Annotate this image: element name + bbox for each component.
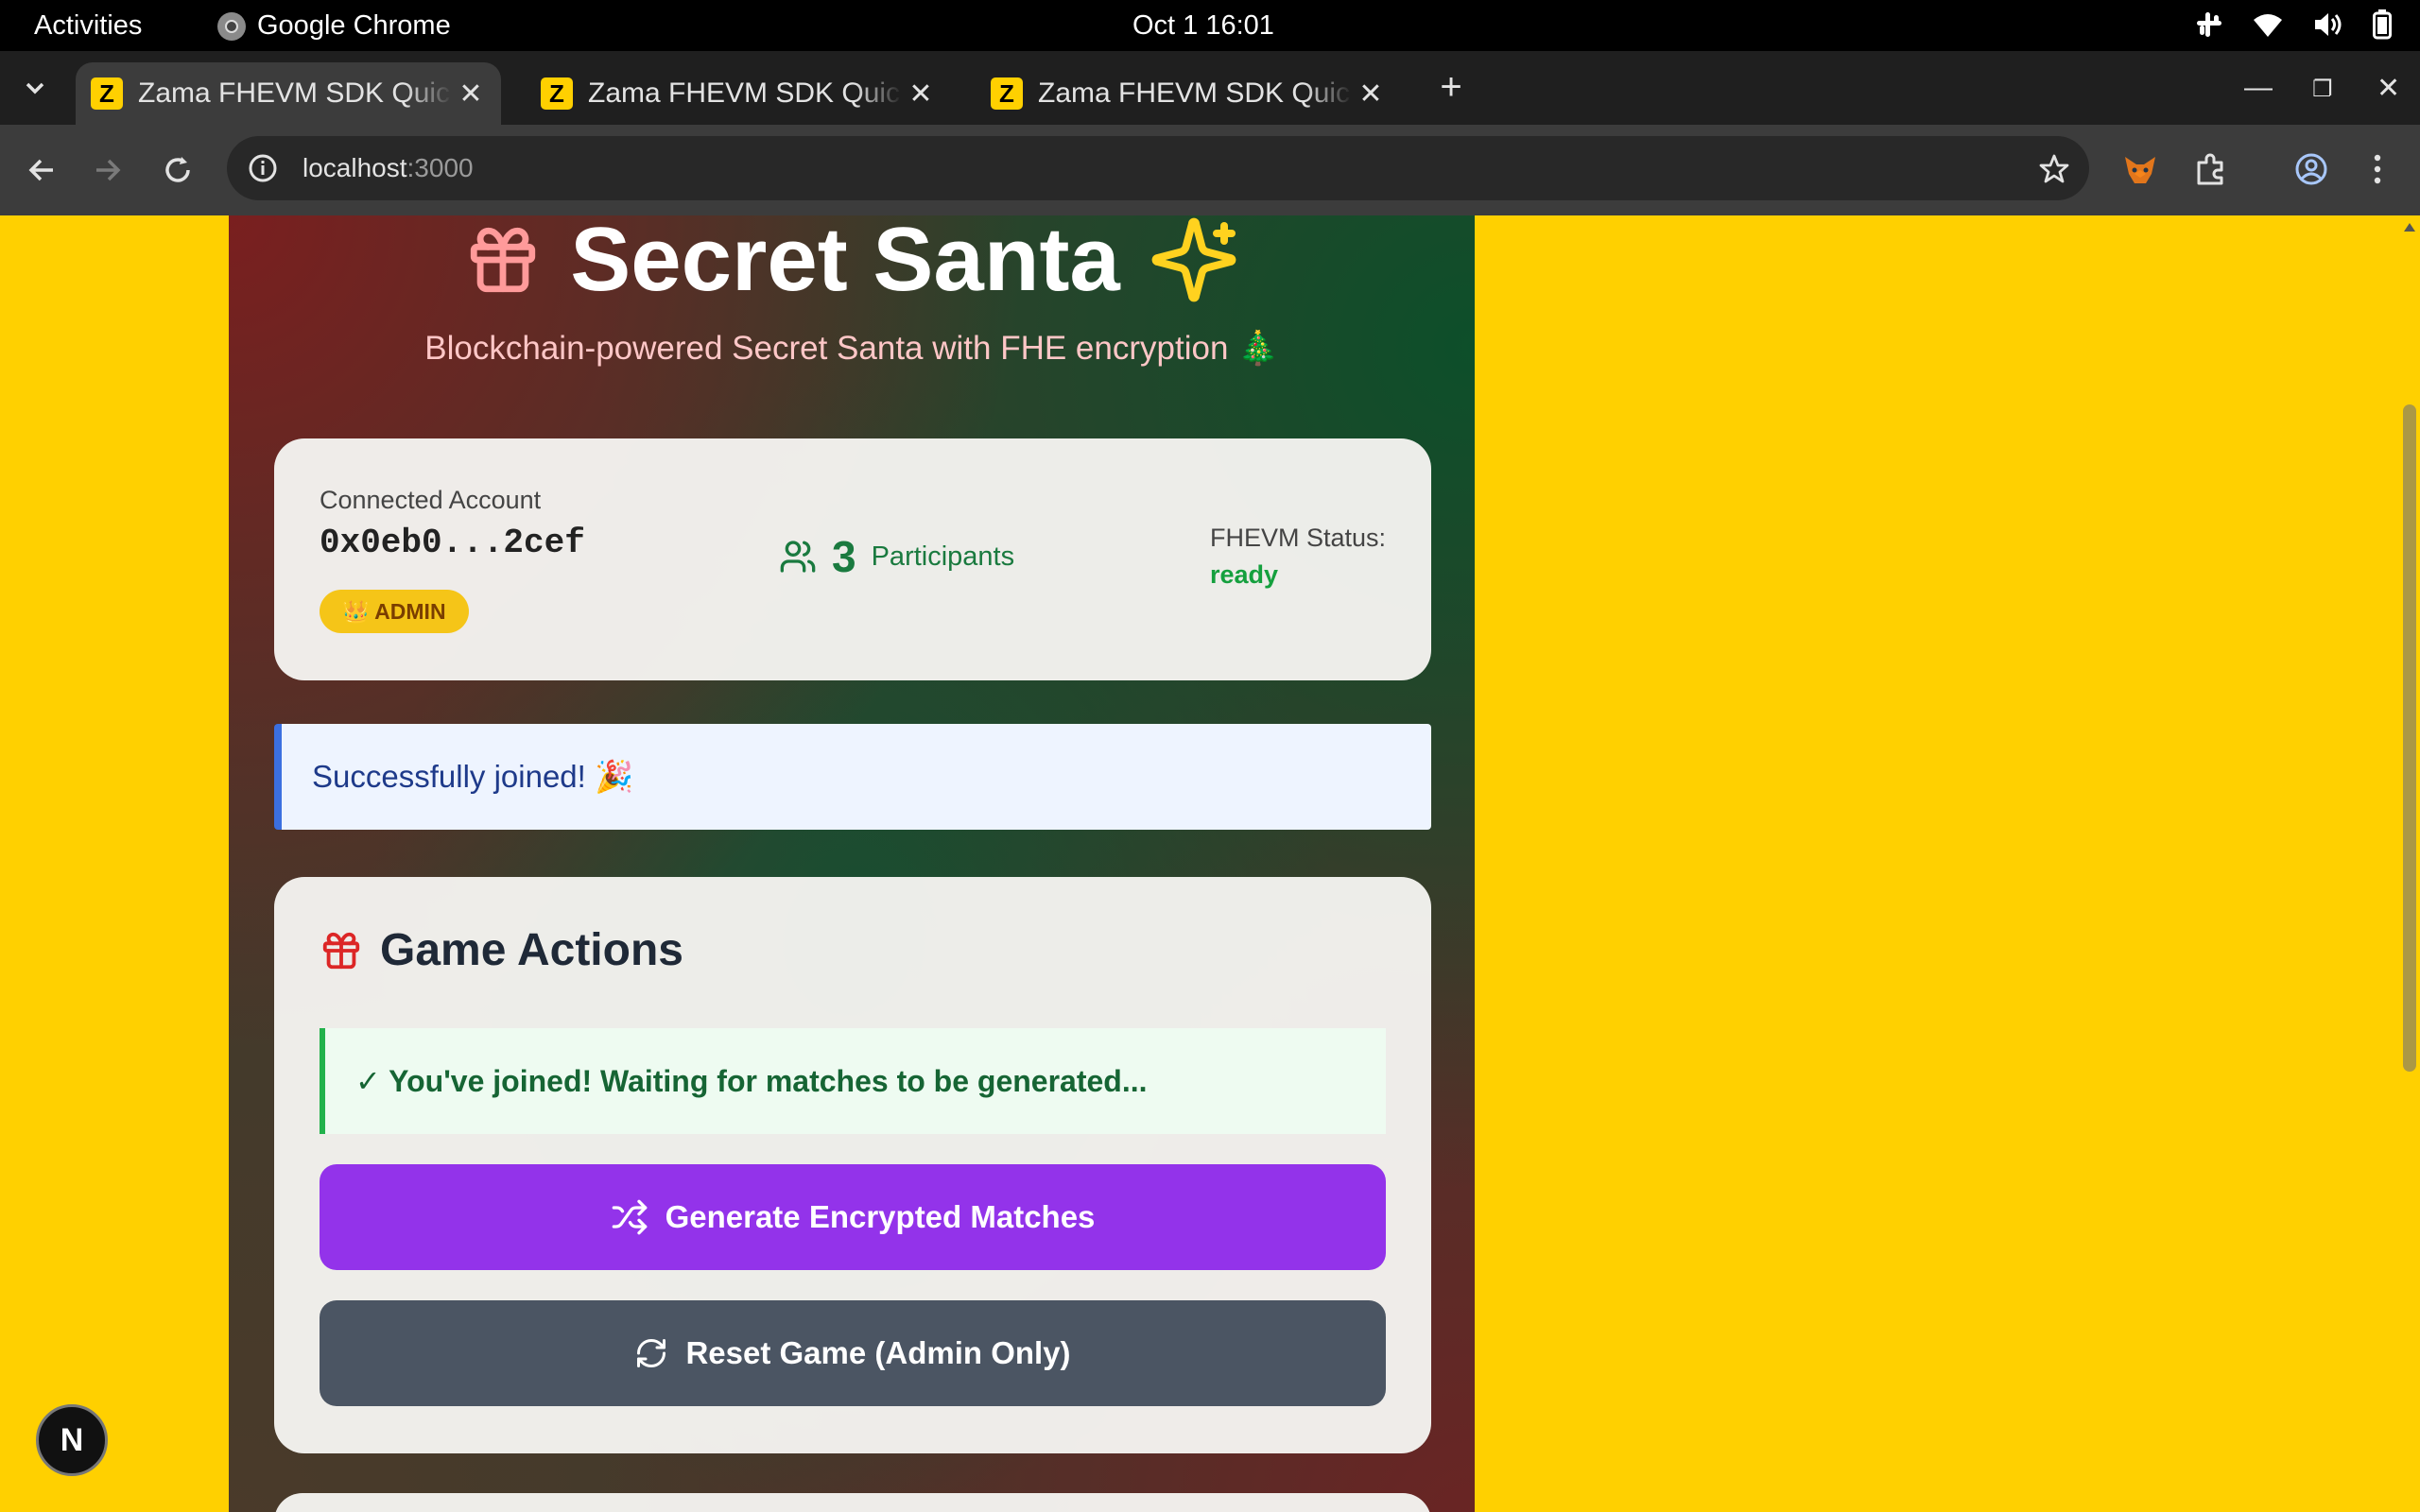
tab-2[interactable]: Z Zama FHEVM SDK Quickstart ✕ xyxy=(526,62,951,125)
joined-status-message: ✓ You've joined! Waiting for matches to … xyxy=(320,1028,1386,1134)
wallet-address: 0x0eb0...2cef xyxy=(320,524,585,562)
slack-icon[interactable] xyxy=(2195,10,2223,39)
reset-game-button[interactable]: Reset Game (Admin Only) xyxy=(320,1300,1386,1406)
address-bar[interactable]: localhost:3000 xyxy=(227,136,2089,200)
participants-counter: 3 Participants xyxy=(779,531,1014,582)
participants-label: Participants xyxy=(871,541,1015,572)
app-name: Google Chrome xyxy=(257,10,451,41)
fhevm-status-label: FHEVM Status: xyxy=(1209,524,1386,552)
page-scrollbar[interactable] xyxy=(2401,215,2420,1512)
account-card: Connected Account 0x0eb0...2cef 👑 ADMIN … xyxy=(274,438,1431,680)
fhevm-status: FHEVM Status: ready xyxy=(1210,524,1386,590)
minimize-icon[interactable]: — xyxy=(2244,72,2273,104)
site-info-icon[interactable] xyxy=(246,151,280,185)
volume-icon[interactable] xyxy=(2312,10,2344,39)
restore-icon[interactable]: ❐ xyxy=(2312,76,2333,103)
users-icon xyxy=(780,541,816,573)
page-viewport: Secret Santa Blockchain-powered Secret S… xyxy=(0,215,2420,1512)
tab-3[interactable]: Z Zama FHEVM SDK Quickstart ✕ xyxy=(976,62,1401,125)
zama-favicon-icon: Z xyxy=(541,77,573,110)
scroll-up-arrow-icon[interactable] xyxy=(2404,223,2415,232)
new-tab-plus-icon[interactable]: + xyxy=(1434,68,1468,108)
tab-title: Zama FHEVM SDK Quickstart xyxy=(1038,77,1352,109)
zama-favicon-icon: Z xyxy=(991,77,1023,110)
system-top-bar: Activities Google Chrome Oct 1 16:01 xyxy=(0,0,2420,51)
profile-avatar-icon[interactable] xyxy=(2293,151,2329,187)
forward-arrow-icon[interactable] xyxy=(91,153,125,187)
refresh-icon xyxy=(637,1339,666,1367)
gift-icon xyxy=(471,227,536,293)
browser-menu-kebab-icon[interactable] xyxy=(2363,151,2392,187)
tab-title: Zama FHEVM SDK Quickstart xyxy=(588,77,902,109)
game-actions-card: Game Actions ✓ You've joined! Waiting fo… xyxy=(274,877,1431,1453)
window-close-icon[interactable]: ✕ xyxy=(2377,72,2400,105)
url-host: localhost xyxy=(302,153,407,182)
chrome-icon xyxy=(217,11,246,41)
scrollbar-thumb[interactable] xyxy=(2403,404,2416,1072)
next-card-partial xyxy=(274,1493,1431,1512)
sparkles-icon xyxy=(1151,217,1236,302)
system-tray[interactable] xyxy=(2195,9,2392,40)
shuffle-icon xyxy=(612,1199,647,1235)
generate-matches-label: Generate Encrypted Matches xyxy=(665,1199,1096,1234)
bookmark-star-icon[interactable] xyxy=(2038,153,2070,185)
participants-count: 3 xyxy=(832,532,856,581)
tab-title: Zama FHEVM SDK Quickstart xyxy=(138,77,452,109)
tab-1[interactable]: Z Zama FHEVM SDK Quickstart ✕ xyxy=(76,62,501,125)
gift-icon xyxy=(322,932,360,969)
page-subtitle: Blockchain-powered Secret Santa with FHE… xyxy=(424,330,1279,367)
nextjs-dev-indicator[interactable]: N xyxy=(36,1404,108,1476)
success-notice: Successfully joined! 🎉 xyxy=(274,724,1431,830)
game-actions-heading: Game Actions xyxy=(320,924,683,976)
metamask-fox-icon[interactable] xyxy=(2121,151,2159,189)
tab-close-icon[interactable]: ✕ xyxy=(902,77,940,111)
zama-favicon-icon: Z xyxy=(91,77,123,110)
tab-search-chevron-icon[interactable] xyxy=(21,74,49,102)
secret-santa-panel: Secret Santa Blockchain-powered Secret S… xyxy=(229,215,1475,1512)
fhevm-status-value: ready xyxy=(1209,560,1279,589)
battery-icon[interactable] xyxy=(2373,9,2392,40)
game-actions-title: Game Actions xyxy=(380,925,683,975)
tab-strip: Z Zama FHEVM SDK Quickstart ✕ Z Zama FHE… xyxy=(0,51,2420,125)
extensions-puzzle-icon[interactable] xyxy=(2193,151,2229,187)
admin-badge: 👑 ADMIN xyxy=(320,590,469,633)
tab-close-icon[interactable]: ✕ xyxy=(1352,77,1390,111)
page-title: Secret Santa xyxy=(229,215,1475,312)
reload-icon[interactable] xyxy=(161,153,195,187)
tab-close-icon[interactable]: ✕ xyxy=(452,77,490,111)
generate-matches-button[interactable]: Generate Encrypted Matches xyxy=(320,1164,1386,1270)
connected-account-label: Connected Account xyxy=(320,486,542,514)
activities-button[interactable]: Activities xyxy=(34,10,142,42)
browser-toolbar: localhost:3000 xyxy=(0,125,2420,215)
wifi-icon[interactable] xyxy=(2252,10,2284,39)
url-port: :3000 xyxy=(406,153,474,182)
reset-game-label: Reset Game (Admin Only) xyxy=(685,1335,1071,1370)
app-menu[interactable]: Google Chrome xyxy=(217,10,451,42)
clock[interactable]: Oct 1 16:01 xyxy=(1132,10,1274,42)
back-arrow-icon[interactable] xyxy=(25,153,59,187)
title-text: Secret Santa xyxy=(570,215,1120,310)
